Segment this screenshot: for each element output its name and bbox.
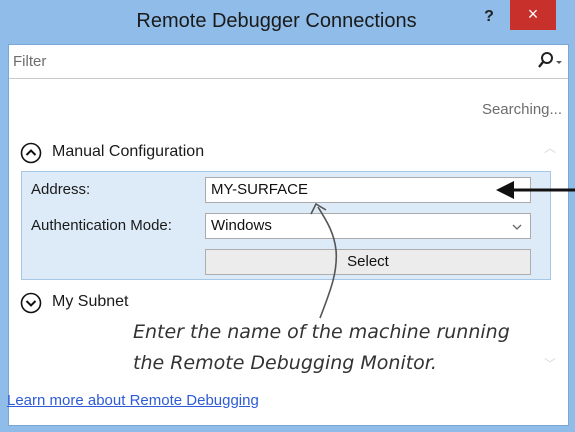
subnet-section-label[interactable]: My Subnet <box>52 293 128 311</box>
address-field[interactable]: MY-SURFACE <box>205 177 531 203</box>
learn-more-link[interactable]: Learn more about Remote Debugging <box>7 392 259 409</box>
manual-config-panel: Address: MY-SURFACE Authentication Mode:… <box>21 171 551 280</box>
auth-mode-value: Windows <box>211 217 272 234</box>
title-bar: Remote Debugger Connections ? × <box>0 0 575 44</box>
close-button[interactable]: × <box>510 0 556 30</box>
dialog-content: Filter Searching... Manual Configuration… <box>7 44 569 426</box>
chevron-up-icon <box>20 142 42 164</box>
annotation-line-1: Enter the name of the machine running <box>133 321 510 343</box>
address-label: Address: <box>31 181 91 198</box>
chevron-down-icon: ﹀ <box>543 357 556 371</box>
collapse-manual-button[interactable] <box>20 142 42 164</box>
search-button[interactable] <box>531 49 563 73</box>
auth-mode-label: Authentication Mode: <box>31 217 172 234</box>
address-value: MY-SURFACE <box>211 181 308 198</box>
chevron-down-icon <box>512 224 522 230</box>
select-button[interactable]: Select <box>205 249 531 275</box>
help-button[interactable]: ? <box>479 6 499 28</box>
manual-section-label[interactable]: Manual Configuration <box>52 143 204 161</box>
chevron-down-icon <box>20 292 42 314</box>
expand-subnet-button[interactable] <box>20 292 42 314</box>
chevron-up-icon: ︿ <box>543 141 556 155</box>
filter-bar: Filter <box>9 45 568 79</box>
filter-input[interactable]: Filter <box>13 53 46 70</box>
window-frame: Remote Debugger Connections ? × Filter S… <box>0 0 575 432</box>
annotation-line-2: the Remote Debugging Monitor. <box>133 352 437 374</box>
auth-mode-select[interactable]: Windows <box>205 213 531 239</box>
status-text: Searching... <box>481 101 562 118</box>
search-icon <box>538 52 562 68</box>
